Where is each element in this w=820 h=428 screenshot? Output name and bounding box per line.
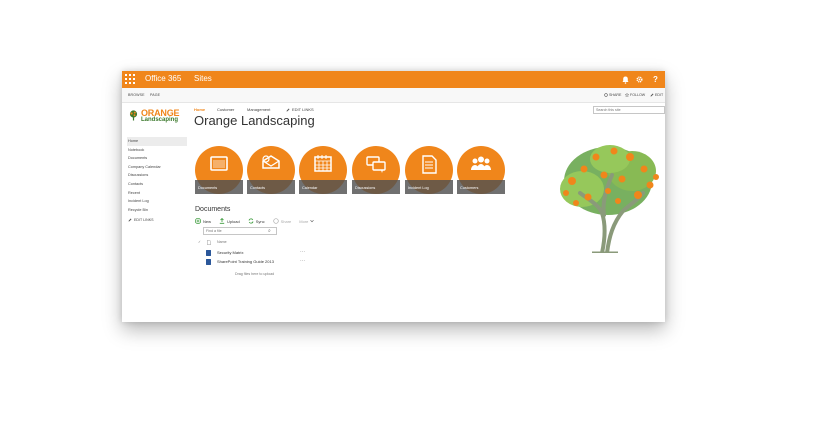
incident-log-icon: [422, 155, 437, 174]
edit-button[interactable]: EDIT: [650, 93, 663, 97]
plus-circle-icon: [195, 218, 201, 224]
app-launcher-icon[interactable]: [125, 74, 135, 84]
leftnav-item-recycle-bin[interactable]: Recycle Bin: [127, 206, 187, 215]
suite-brand[interactable]: Office 365: [145, 74, 181, 83]
sharepoint-window: Office 365 Sites ? BROWSE PAGE SHARE FOL…: [122, 71, 665, 322]
contacts-icon: [262, 155, 280, 169]
more-button[interactable]: More: [299, 218, 315, 224]
pencil-icon: [650, 93, 654, 97]
leftnav-item-discussions[interactable]: Discussions: [127, 171, 187, 180]
drag-upload-hint[interactable]: Drag files here to upload: [235, 272, 274, 276]
ellipsis-menu-icon[interactable]: ···: [300, 258, 305, 264]
suite-bar: Office 365 Sites ?: [122, 71, 665, 88]
share-icon: [272, 218, 279, 224]
leftnav-edit-links-label: EDIT LINKS: [134, 218, 154, 223]
select-all-checkbox[interactable]: ✓: [198, 240, 201, 244]
leftnav-item-home[interactable]: Home: [127, 137, 187, 146]
leftnav-item-contacts[interactable]: Contacts: [127, 180, 187, 189]
share-doc-button[interactable]: Share: [272, 218, 292, 224]
table-row[interactable]: Security Matrix ···: [206, 249, 306, 257]
pencil-icon: [286, 108, 290, 111]
ribbon-tab-page[interactable]: PAGE: [150, 93, 160, 97]
documents-toolbar: New Upload Sync Share More: [195, 217, 322, 225]
customers-icon: [471, 156, 491, 170]
upload-button[interactable]: Upload: [219, 218, 240, 224]
upload-icon: [219, 218, 225, 224]
logo-text-landscaping: Landscaping: [141, 117, 179, 123]
gear-icon[interactable]: [632, 71, 647, 88]
star-icon: [625, 93, 629, 97]
new-button[interactable]: New: [195, 218, 211, 224]
table-row[interactable]: SharePoint Training Guide 2013 ···: [206, 258, 306, 266]
share-doc-label: Share: [280, 218, 292, 224]
tile-label: Incident Log: [408, 186, 429, 190]
more-label: More: [299, 218, 309, 224]
topnav-edit-links[interactable]: EDIT LINKS: [286, 107, 314, 112]
sync-button[interactable]: Sync: [248, 218, 265, 224]
tile-label: Calendar: [302, 186, 318, 190]
ribbon-tab-browse[interactable]: BROWSE: [128, 93, 145, 97]
search-input[interactable]: [593, 106, 665, 114]
document-name[interactable]: Security Matrix: [217, 250, 243, 255]
discussions-icon: [366, 156, 386, 173]
leftnav-item-notebook[interactable]: Notebook: [127, 146, 187, 155]
file-type-icon: [207, 240, 211, 245]
tile-incident-log[interactable]: Incident Log: [405, 146, 453, 195]
ribbon: BROWSE PAGE SHARE FOLLOW EDIT: [122, 88, 665, 103]
edit-label: EDIT: [655, 93, 664, 97]
topnav-home[interactable]: Home: [194, 107, 205, 112]
tile-label: Documents: [198, 186, 218, 190]
ellipsis-menu-icon[interactable]: ···: [300, 249, 305, 255]
leftnav-item-incident-log[interactable]: Incident Log: [127, 197, 187, 206]
share-label: SHARE: [609, 93, 622, 97]
leftnav-item-recent[interactable]: Recent: [127, 189, 187, 198]
sync-label: Sync: [255, 218, 265, 224]
pencil-icon: [128, 218, 132, 222]
follow-button[interactable]: FOLLOW: [625, 93, 645, 97]
document-name[interactable]: SharePoint Training Guide 2013: [217, 259, 274, 264]
topnav-management[interactable]: Management: [247, 107, 270, 112]
bell-icon[interactable]: [618, 71, 633, 88]
leftnav-item-company-calendar[interactable]: Company Calendar: [127, 163, 187, 172]
tile-contacts[interactable]: Contacts: [247, 146, 295, 195]
suite-section[interactable]: Sites: [194, 74, 212, 83]
word-document-icon: [206, 250, 211, 256]
tile-discussions[interactable]: Discussions: [352, 146, 400, 195]
tile-customers[interactable]: Customers: [457, 146, 505, 195]
chevron-down-icon: [310, 219, 315, 223]
tile-documents[interactable]: Documents: [195, 146, 243, 195]
tile-label: Customers: [460, 186, 479, 190]
tile-calendar[interactable]: Calendar: [299, 146, 347, 195]
sync-icon: [248, 218, 254, 224]
orange-tree-illustration-icon: [560, 145, 659, 253]
calendar-icon: [314, 155, 332, 172]
share-button[interactable]: SHARE: [604, 93, 621, 97]
left-navigation: Home Notebook Documents Company Calendar…: [127, 137, 187, 222]
share-icon: [604, 93, 608, 97]
documents-icon: [210, 156, 228, 171]
leftnav-item-documents[interactable]: Documents: [127, 154, 187, 163]
word-document-icon: [206, 259, 211, 265]
tile-label: Discussions: [355, 186, 376, 190]
topnav-customer[interactable]: Customer: [217, 107, 234, 112]
find-file-input[interactable]: [203, 227, 277, 235]
upload-label: Upload: [227, 218, 240, 224]
help-icon[interactable]: ?: [648, 71, 663, 88]
orange-tree-logo-icon: [129, 110, 138, 121]
leftnav-edit-links[interactable]: EDIT LINKS: [127, 218, 187, 222]
site-title[interactable]: Orange Landscaping: [194, 113, 315, 128]
site-logo[interactable]: ORANGE Landscaping: [128, 108, 188, 126]
column-header-name[interactable]: Name: [217, 240, 227, 244]
new-label: New: [203, 218, 212, 224]
topnav-edit-links-label: EDIT LINKS: [292, 107, 314, 112]
follow-label: FOLLOW: [630, 93, 646, 97]
documents-webpart-title[interactable]: Documents: [195, 206, 230, 213]
tile-label: Contacts: [250, 186, 265, 190]
search-icon[interactable]: ⌕: [268, 228, 271, 234]
